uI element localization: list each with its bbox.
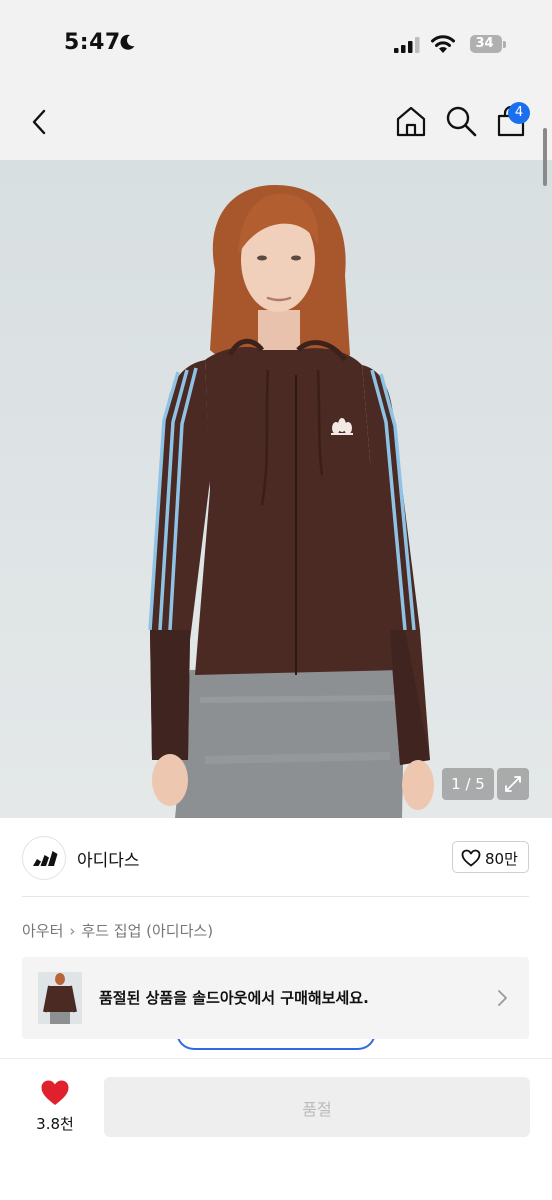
image-counter: 1 / 5 — [442, 768, 494, 800]
moon-icon — [120, 34, 135, 50]
battery-cap — [503, 41, 506, 48]
heart-outline-icon — [461, 849, 481, 867]
brand-like-button[interactable]: 80만 — [452, 841, 529, 873]
battery-icon: 34 — [470, 35, 502, 53]
battery-level: 34 — [475, 36, 494, 51]
chevron-right-icon: › — [69, 922, 76, 940]
cart-count-badge: 4 — [508, 102, 530, 124]
breadcrumb: 아우터 › 후드 집업 (아디다스) — [22, 920, 213, 941]
signal-icon — [394, 37, 420, 53]
soldout-banner[interactable]: 품절된 상품을 솔드아웃에서 구매해보세요. — [22, 957, 529, 1039]
scrollbar[interactable] — [543, 128, 547, 186]
banner-thumbnail — [38, 972, 82, 1024]
wish-count: 3.8천 — [36, 1115, 74, 1133]
chevron-right-icon — [498, 990, 507, 1006]
product-photo — [148, 185, 434, 818]
wifi-icon — [431, 35, 455, 53]
brand-like-count: 80만 — [485, 850, 518, 868]
soldout-banner-text: 품절된 상품을 솔드아웃에서 구매해보세요. — [99, 989, 369, 1007]
status-time: 5:47 — [64, 30, 121, 55]
buy-button-label: 품절 — [302, 1102, 332, 1119]
product-image[interactable]: 1 / 5 — [0, 160, 552, 818]
heart-filled-icon[interactable] — [40, 1079, 70, 1107]
breadcrumb-subcategory[interactable]: 후드 집업 (아디다스) — [81, 922, 213, 940]
brand-name[interactable]: 아디다스 — [77, 846, 140, 871]
back-icon[interactable] — [24, 106, 56, 138]
brand-logo[interactable] — [22, 836, 66, 880]
status-bar: 5:47 34 — [0, 0, 552, 90]
soldout-buy-button[interactable]: 품절 — [104, 1077, 530, 1137]
adidas-logo-icon — [33, 851, 58, 866]
divider — [22, 896, 529, 897]
expand-icon[interactable] — [497, 768, 529, 800]
search-icon[interactable] — [444, 104, 478, 138]
breadcrumb-category[interactable]: 아우터 — [22, 922, 63, 940]
top-navigation: 4 — [0, 90, 552, 160]
bottom-action-bar: 3.8천 품절 — [0, 1058, 552, 1200]
home-icon[interactable] — [394, 104, 428, 138]
